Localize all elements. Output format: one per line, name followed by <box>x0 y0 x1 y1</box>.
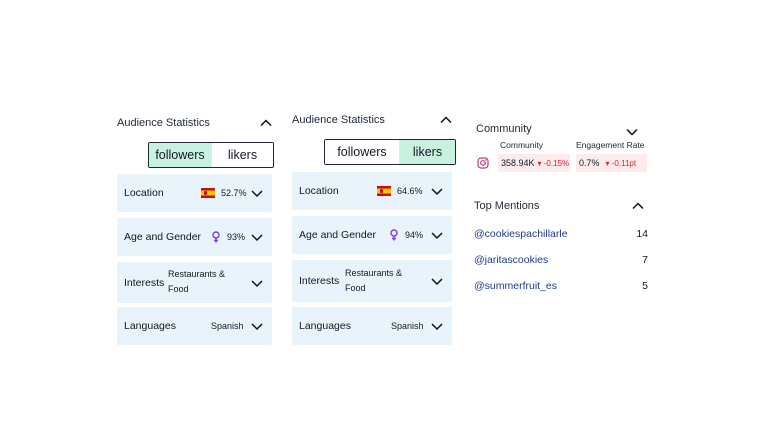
mention-row: @jaritascookies 7 <box>474 254 648 268</box>
female-icon <box>211 231 221 243</box>
panel-title: Audience Statistics <box>292 114 385 126</box>
top-mentions-title: Top Mentions <box>474 200 540 212</box>
interests-label: Interests <box>124 276 165 289</box>
age-gender-card[interactable]: Age and Gender 93% <box>117 218 272 256</box>
chevron-up-icon[interactable] <box>258 115 274 131</box>
engagement-delta: ▾ -0.11pt <box>605 158 637 168</box>
engagement-metric: 0.7% ▾ -0.11pt <box>576 154 647 172</box>
languages-value: Spanish <box>211 321 244 331</box>
engagement-column-header: Engagement Rate <box>576 140 645 150</box>
age-gender-percent: 94% <box>405 230 424 240</box>
age-gender-label: Age and Gender <box>124 231 202 243</box>
interests-card[interactable]: Interests Restaurants & Food <box>117 262 272 303</box>
audience-segment-toggle: followers likers <box>148 142 274 168</box>
chevron-down-icon[interactable] <box>250 319 264 333</box>
followers-tab[interactable]: followers <box>149 143 211 167</box>
panel-title: Audience Statistics <box>117 117 210 129</box>
community-metric: 358.94K ▾ -0.15% <box>498 154 570 172</box>
chevron-down-icon[interactable] <box>250 276 264 290</box>
age-gender-card[interactable]: Age and Gender 94% <box>292 216 452 254</box>
chevron-down-icon[interactable] <box>624 124 640 140</box>
chevron-up-icon[interactable] <box>630 198 646 214</box>
location-percent: 64.6% <box>397 186 423 196</box>
mention-handle[interactable]: @summerfruit_es <box>474 280 557 292</box>
mention-count: 7 <box>642 254 648 266</box>
interests-value-line1: Restaurants & <box>168 269 226 279</box>
female-icon <box>389 229 399 241</box>
likers-tab[interactable]: likers <box>211 143 273 167</box>
location-card[interactable]: Location 52.7% <box>117 174 272 212</box>
languages-card[interactable]: Languages Spanish <box>292 307 452 345</box>
followers-tab[interactable]: followers <box>325 140 399 164</box>
mention-handle[interactable]: @jaritascookies <box>474 254 548 266</box>
instagram-icon <box>477 157 489 169</box>
chevron-up-icon[interactable] <box>438 112 454 128</box>
chevron-down-icon[interactable] <box>250 186 264 200</box>
mention-count: 5 <box>642 280 648 292</box>
audience-statistics-likers-panel: Audience Statistics followers likers Loc… <box>292 112 456 345</box>
interests-label: Interests <box>299 275 340 287</box>
interests-value-line2: Food <box>168 284 189 294</box>
age-gender-label: Age and Gender <box>299 229 377 241</box>
interests-card[interactable]: Interests Restaurants & Food <box>292 260 452 302</box>
interests-value-line1: Restaurants & <box>345 268 403 278</box>
age-gender-value: 94% <box>389 229 423 241</box>
community-value: 358.94K <box>501 158 535 168</box>
community-delta: ▾ -0.15% <box>537 158 570 168</box>
age-gender-value: 93% <box>211 231 245 243</box>
chevron-down-icon[interactable] <box>250 230 264 244</box>
mention-count: 14 <box>636 228 648 240</box>
languages-label: Languages <box>299 320 351 332</box>
panel-header: Audience Statistics <box>117 115 274 135</box>
audience-segment-toggle: followers likers <box>324 139 456 165</box>
languages-value: Spanish <box>391 321 424 331</box>
panel-header: Audience Statistics <box>292 112 454 132</box>
location-label: Location <box>124 187 164 199</box>
chevron-down-icon[interactable] <box>430 228 444 242</box>
top-mentions-panel: Top Mentions @cookiespachillarle 14 @jar… <box>474 198 648 298</box>
languages-label: Languages <box>124 320 176 332</box>
mention-row: @summerfruit_es 5 <box>474 280 648 294</box>
languages-card[interactable]: Languages Spanish <box>117 307 272 345</box>
age-gender-percent: 93% <box>227 232 246 242</box>
spain-flag-icon <box>201 188 215 198</box>
interests-value-line2: Food <box>345 283 366 293</box>
spain-flag-icon <box>377 186 391 196</box>
location-percent: 52.7% <box>221 188 247 198</box>
mention-handle[interactable]: @cookiespachillarle <box>474 228 568 240</box>
engagement-value: 0.7% <box>579 158 600 168</box>
chevron-down-icon[interactable] <box>430 184 444 198</box>
location-label: Location <box>299 185 339 197</box>
chevron-down-icon[interactable] <box>430 274 444 288</box>
location-card[interactable]: Location 64.6% <box>292 172 452 210</box>
location-value: 52.7% <box>201 188 247 198</box>
mention-row: @cookiespachillarle 14 <box>474 228 648 242</box>
location-value: 64.6% <box>377 186 423 196</box>
likers-tab[interactable]: likers <box>399 140 455 164</box>
community-title: Community <box>476 123 532 135</box>
chevron-down-icon[interactable] <box>430 319 444 333</box>
community-column-header: Community <box>500 140 543 150</box>
audience-statistics-followers-panel: Audience Statistics followers likers Loc… <box>117 115 274 345</box>
community-panel: Community Community Engagement Rate 358.… <box>474 120 649 176</box>
